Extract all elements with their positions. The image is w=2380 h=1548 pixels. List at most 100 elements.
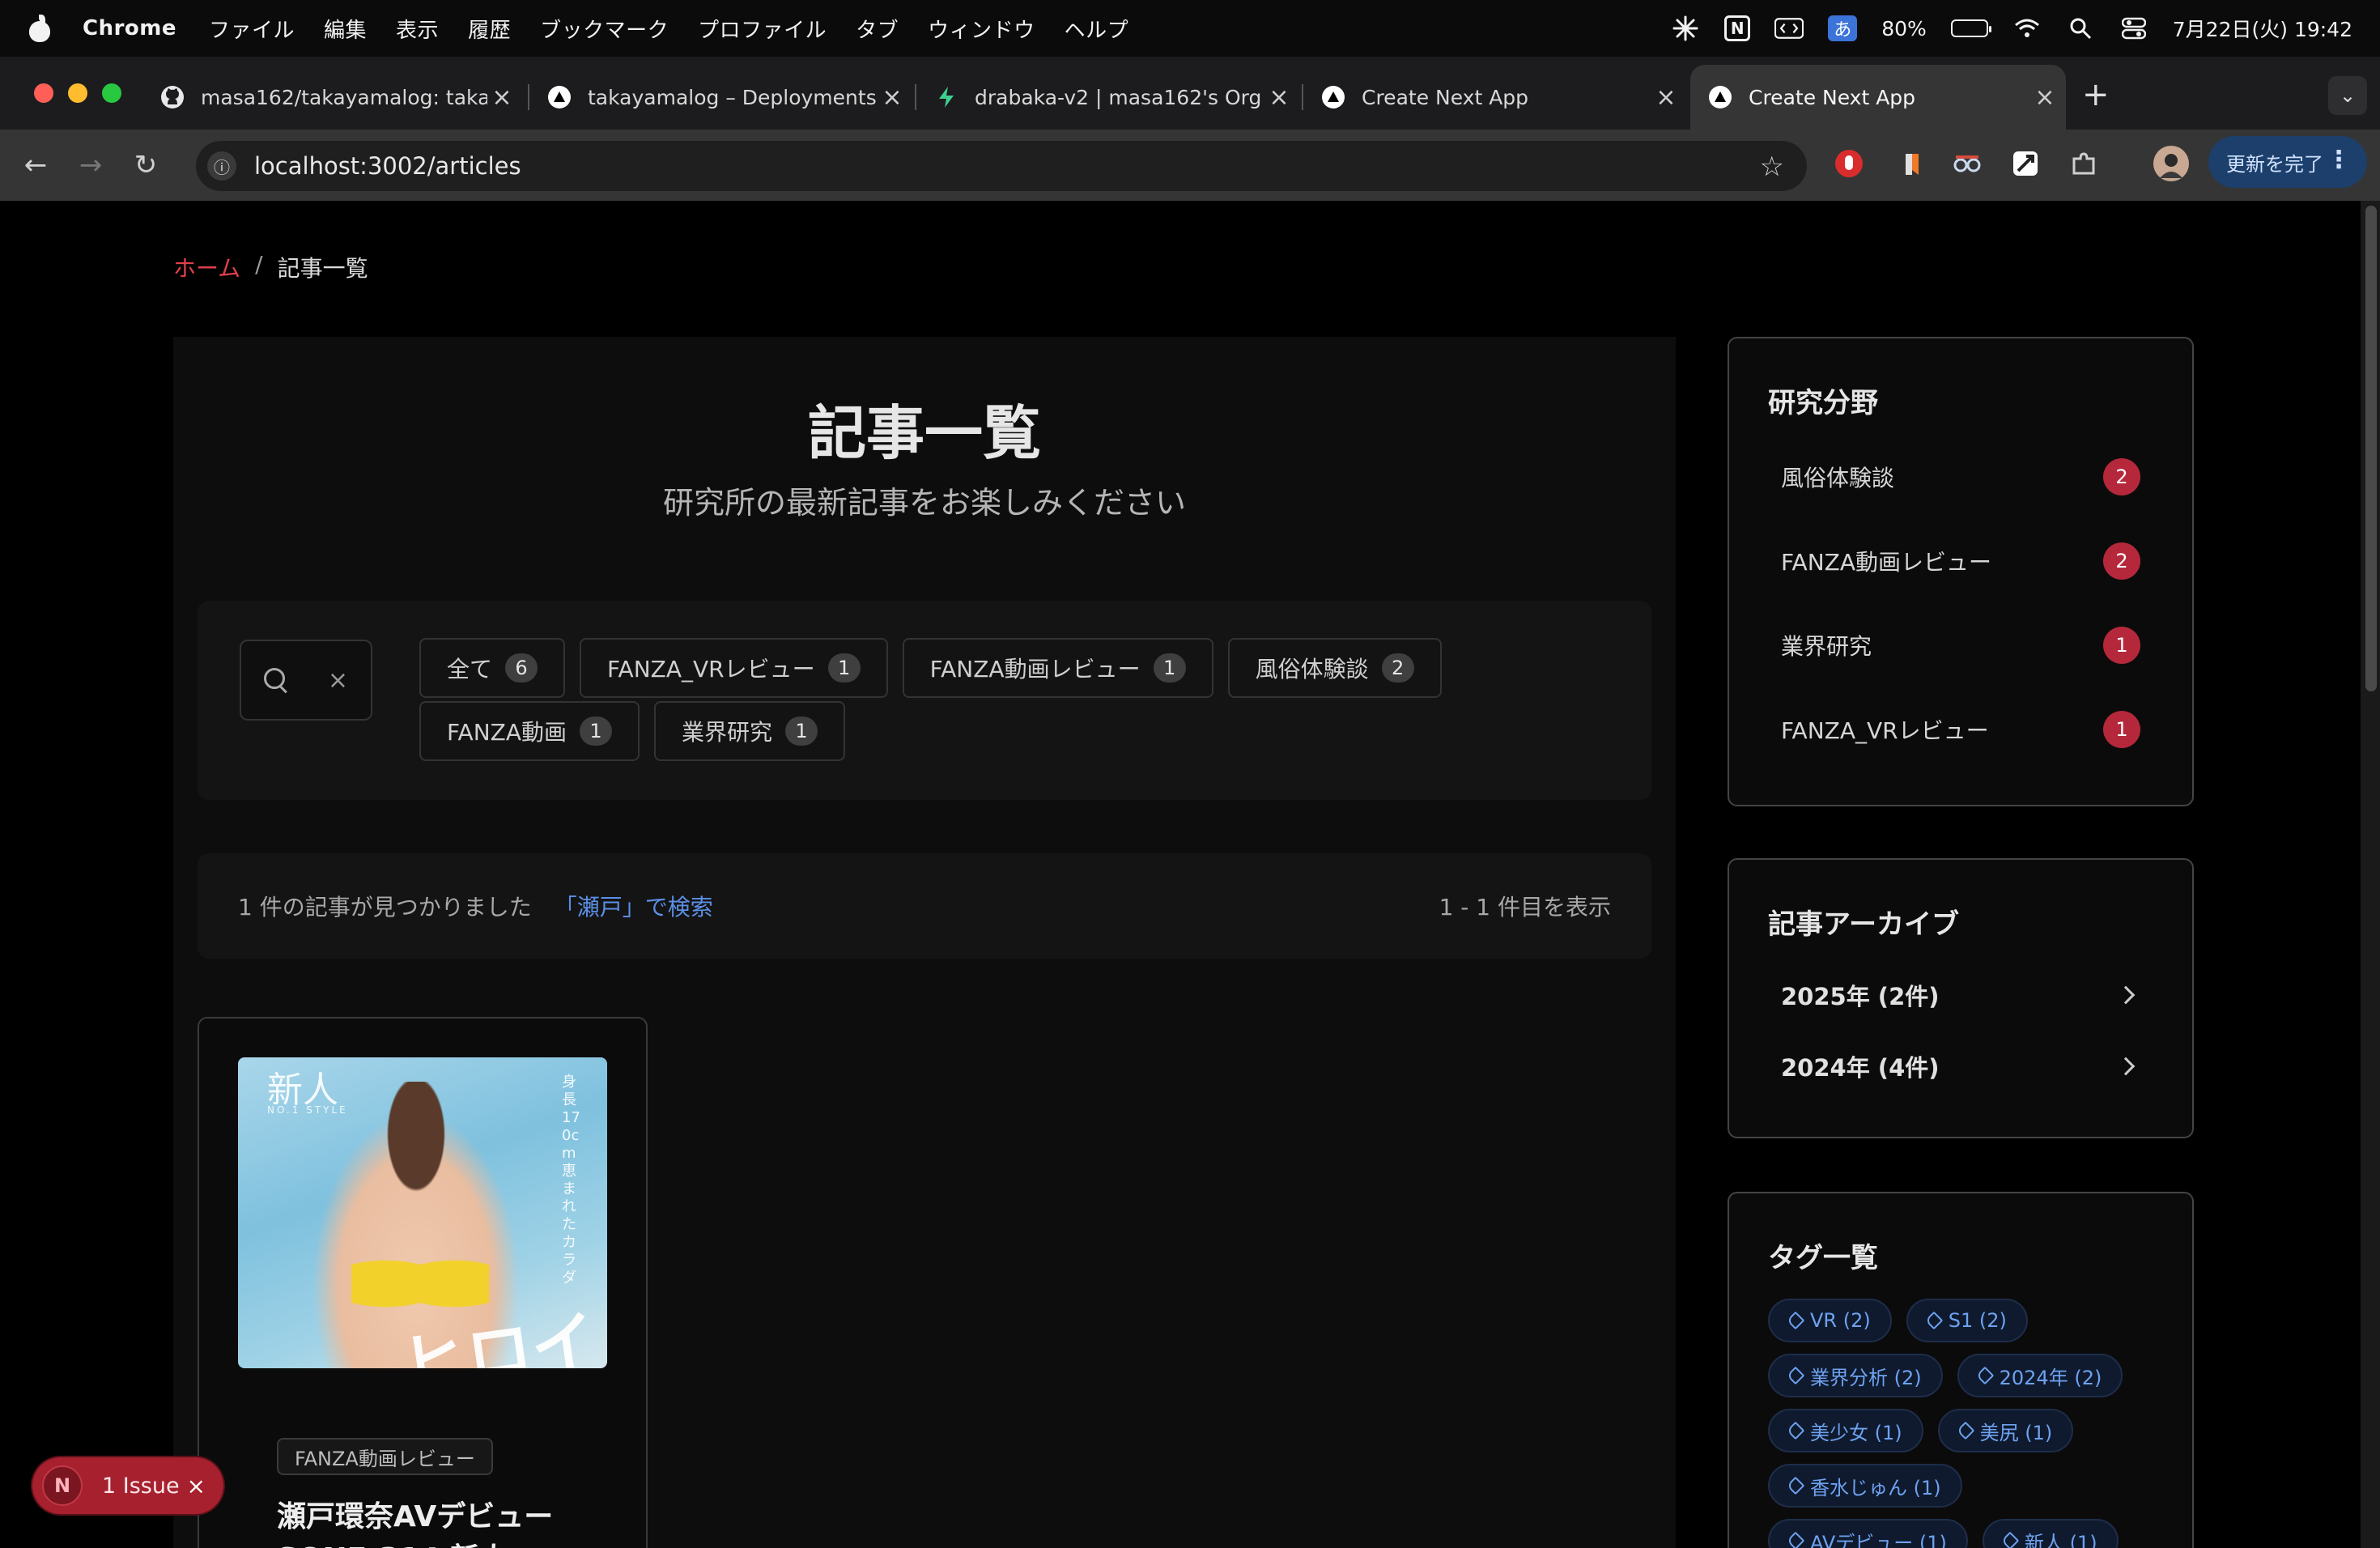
url-text[interactable]: localhost:3002/articles <box>254 152 521 180</box>
tag-link[interactable]: AVデビュー (1) <box>1768 1519 1968 1548</box>
github-icon <box>160 85 185 109</box>
menu-help[interactable]: ヘルプ <box>1065 14 1129 44</box>
ime-indicator[interactable]: あ <box>1828 15 1858 41</box>
tab-supabase[interactable]: drabaka-v2 | masa162's Org | Supabase × <box>916 65 1300 130</box>
close-icon[interactable]: × <box>187 1473 206 1499</box>
tab-github[interactable]: masa162/takayamalog: takayamalog × <box>142 65 523 130</box>
menu-app-name[interactable]: Chrome <box>83 16 176 40</box>
extension-bookmark-icon[interactable] <box>1894 146 1930 181</box>
extensions-puzzle-icon[interactable] <box>2066 146 2102 181</box>
menu-file[interactable]: ファイル <box>209 14 295 44</box>
tag-link[interactable]: 美少女 (1) <box>1768 1409 1923 1452</box>
menu-window[interactable]: ウィンドウ <box>928 14 1035 44</box>
tag-link[interactable]: 業界分析 (2) <box>1768 1354 1943 1397</box>
tab-title: masa162/takayamalog: takayamalog <box>201 85 487 109</box>
clock[interactable]: 7月22日(火) 19:42 <box>2173 14 2352 43</box>
article-title[interactable]: 瀬戸環奈AVデビュー SONE-314 新人 <box>277 1496 617 1548</box>
close-tab-icon[interactable]: × <box>878 83 907 112</box>
scrollbar-thumb[interactable] <box>2365 206 2377 691</box>
apple-icon[interactable] <box>28 15 52 42</box>
filter-chip-all[interactable]: 全て 6 <box>419 638 566 698</box>
filter-chip-count: 1 <box>579 717 612 746</box>
close-tab-icon[interactable]: × <box>1651 83 1681 112</box>
filter-chip-label: FANZA動画レビュー <box>929 656 1141 683</box>
extension-hand-icon[interactable] <box>1831 146 1867 181</box>
spotlight-search-icon[interactable] <box>2066 16 2095 40</box>
breadcrumb-home-link[interactable]: ホーム <box>173 251 240 283</box>
page-scrollbar[interactable] <box>2361 201 2380 1548</box>
nextjs-logo-icon: N <box>42 1465 83 1506</box>
tag-icon <box>1956 1421 1974 1440</box>
tag-label: 美尻 (1) <box>1979 1421 2053 1444</box>
new-tab-plus-icon[interactable]: + <box>2082 76 2110 113</box>
menu-view[interactable]: 表示 <box>396 14 439 44</box>
category-filter-list: 全て 6 FANZA_VRレビュー 1 FANZA動画レビュー 1 風俗体験談 … <box>419 638 1472 763</box>
tag-icon <box>1786 1421 1805 1440</box>
filter-section: × 全て 6 FANZA_VRレビュー 1 FANZA動画レビュー 1 風俗体験… <box>198 601 1651 800</box>
site-info-icon[interactable]: ⓘ <box>207 151 236 181</box>
article-archive-widget: 記事アーカイブ 2025年 (2件) 2024年 (4件) <box>1728 858 2194 1138</box>
profile-avatar[interactable] <box>2153 146 2189 181</box>
tab-create-next-app[interactable]: Create Next App × <box>1303 65 1687 130</box>
filter-chip-fanza-vr[interactable]: FANZA_VRレビュー 1 <box>580 638 888 698</box>
tag-link[interactable]: 美尻 (1) <box>1937 1409 2074 1452</box>
zoom-window-button[interactable] <box>102 83 121 103</box>
battery-percent: 80% <box>1881 16 1927 40</box>
filter-chip-fuzoku[interactable]: 風俗体験談 2 <box>1227 638 1442 698</box>
category-link[interactable]: 風俗体験談 2 <box>1781 457 2140 497</box>
article-thumbnail[interactable]: 新人 NO.1 STYLE 身長170cm恵まれたカラダ ヒロイン <box>238 1057 607 1368</box>
filter-chip-fanza-video[interactable]: FANZA動画 1 <box>419 701 640 761</box>
wifi-icon[interactable] <box>2012 16 2042 40</box>
back-arrow-icon[interactable]: ← <box>16 146 55 185</box>
clear-search-icon[interactable]: × <box>328 666 348 695</box>
reload-icon[interactable]: ↻ <box>126 146 165 185</box>
sparkle-icon[interactable] <box>1671 15 1700 41</box>
category-link[interactable]: 業界研究 1 <box>1781 625 2140 666</box>
notion-icon[interactable]: N <box>1724 15 1751 41</box>
menu-bookmarks[interactable]: ブックマーク <box>540 14 669 44</box>
close-window-button[interactable] <box>34 83 53 103</box>
filter-chip-fanza-video-review[interactable]: FANZA動画レビュー 1 <box>902 638 1213 698</box>
code-bracket-icon[interactable] <box>1774 16 1804 40</box>
close-tab-icon[interactable]: × <box>487 83 516 112</box>
tag-link[interactable]: 新人 (1) <box>1982 1519 2119 1548</box>
breadcrumb-current: 記事一覧 <box>277 255 368 282</box>
filter-chip-industry-research[interactable]: 業界研究 1 <box>653 701 845 761</box>
tag-link[interactable]: 2024年 (2) <box>1957 1354 2123 1397</box>
update-chrome-button[interactable]: 更新を完了 ⋮ <box>2208 136 2367 188</box>
search-input[interactable]: × <box>240 640 372 721</box>
tab-title: Create Next App <box>1749 85 1916 109</box>
more-vert-icon[interactable]: ⋮ <box>2327 146 2351 174</box>
menu-tab[interactable]: タブ <box>856 14 899 44</box>
tab-search-chevron-icon[interactable]: ⌄ <box>2328 76 2367 115</box>
tab-strip: masa162/takayamalog: takayamalog × takay… <box>0 57 2380 130</box>
filter-chip-count: 1 <box>1153 653 1186 683</box>
vercel-icon <box>1708 85 1732 109</box>
category-link[interactable]: FANZA_VRレビュー 1 <box>1781 709 2140 750</box>
tag-link[interactable]: S1 (2) <box>1906 1299 2028 1342</box>
nextjs-issue-badge[interactable]: N 1 Issue × <box>32 1457 223 1514</box>
forward-arrow-icon[interactable]: → <box>71 146 110 185</box>
menu-history[interactable]: 履歴 <box>468 14 511 44</box>
archive-year-link[interactable]: 2025年 (2件) <box>1781 975 2140 1015</box>
menu-profiles[interactable]: プロファイル <box>698 14 827 44</box>
tab-create-next-app-active[interactable]: Create Next App × <box>1690 65 2066 130</box>
tag-link[interactable]: 香水じゅん (1) <box>1768 1464 1962 1508</box>
archive-year-link[interactable]: 2024年 (4件) <box>1781 1046 2140 1087</box>
battery-icon[interactable] <box>1950 19 1991 37</box>
tag-link[interactable]: VR (2) <box>1768 1299 1892 1342</box>
category-link[interactable]: FANZA動画レビュー 2 <box>1781 541 2140 581</box>
article-card[interactable]: 新人 NO.1 STYLE 身長170cm恵まれたカラダ ヒロイン FANZA動… <box>198 1017 648 1548</box>
minimize-window-button[interactable] <box>68 83 87 103</box>
article-category-badge[interactable]: FANZA動画レビュー <box>277 1438 493 1475</box>
address-bar[interactable]: ⓘ localhost:3002/articles ☆ <box>196 141 1807 191</box>
extension-checkbox-icon[interactable] <box>2008 146 2043 181</box>
control-center-icon[interactable] <box>2119 16 2148 40</box>
extension-glasses-icon[interactable] <box>1949 146 1985 181</box>
menu-edit[interactable]: 編集 <box>324 14 367 44</box>
close-tab-icon[interactable]: × <box>2030 83 2059 112</box>
close-tab-icon[interactable]: × <box>1264 83 1294 112</box>
tab-vercel-deployments[interactable]: takayamalog – Deployments – Vercel × <box>529 65 913 130</box>
tag-icon <box>1786 1476 1805 1495</box>
bookmark-star-icon[interactable]: ☆ <box>1760 151 1784 183</box>
